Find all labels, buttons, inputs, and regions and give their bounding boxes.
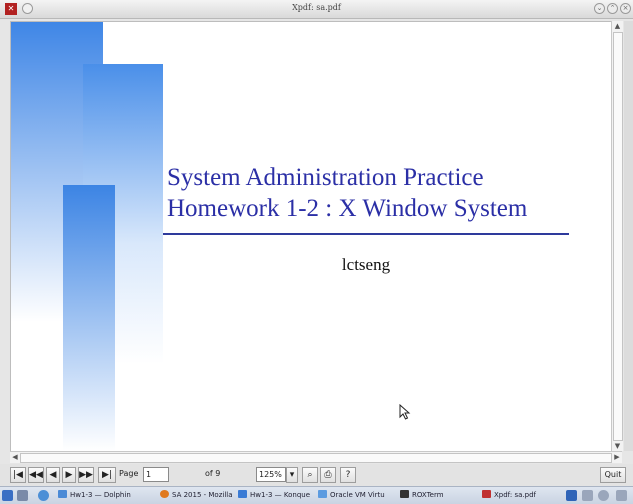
mouse-cursor-icon	[399, 404, 411, 420]
task-item[interactable]: Oracle VM Virtu	[318, 489, 390, 502]
system-taskbar: Hw1-3 — Dolphin SA 2015 - Mozilla Hw1-3 …	[0, 486, 633, 504]
task-item-active[interactable]: Xpdf: sa.pdf	[482, 489, 554, 502]
firefox-icon	[160, 490, 169, 498]
window-edge	[624, 21, 633, 451]
kde-menu-icon[interactable]	[2, 490, 13, 501]
about-button[interactable]: ?	[340, 467, 356, 483]
slide-title-line-1: System Administration Practice	[167, 164, 484, 191]
slide-title-line-2: Homework 1-2 : X Window System	[167, 195, 528, 222]
window-titlebar[interactable]: ✕ Xpdf: sa.pdf ⌄ ⌃ ×	[0, 0, 633, 19]
zoom-select[interactable]: 125%	[256, 467, 286, 482]
horizontal-scrollbar[interactable]: ◀ ▶	[10, 451, 622, 463]
vertical-scroll-thumb[interactable]	[613, 32, 623, 441]
pdf-page-view[interactable]: System Administration Practice Homework …	[10, 21, 613, 452]
prev-page-button[interactable]: ◀	[46, 467, 60, 483]
volume-icon[interactable]	[598, 490, 609, 501]
print-button[interactable]: ⎙	[320, 467, 336, 483]
find-button[interactable]: ⌕	[302, 467, 318, 483]
tray-expand-icon[interactable]	[616, 490, 627, 501]
task-item[interactable]: SA 2015 - Mozilla	[160, 489, 232, 502]
scroll-up-icon[interactable]: ▲	[612, 21, 623, 31]
first-page-button[interactable]: |◀	[10, 467, 26, 483]
forward-10-pages-button[interactable]: ▶▶	[78, 467, 94, 483]
next-page-button[interactable]: ▶	[62, 467, 76, 483]
folder-icon	[58, 490, 67, 498]
tray-app-icon[interactable]	[566, 490, 577, 501]
scroll-right-icon[interactable]: ▶	[612, 452, 622, 463]
slide-decoration-bar	[63, 185, 115, 451]
network-icon[interactable]	[38, 490, 49, 501]
xpdf-toolbar: |◀ ◀◀ ◀ ▶ ▶▶ ▶| Page 1 of 9 125% ▾ ⌕ ⎙ ?…	[0, 464, 633, 486]
virtualbox-icon	[318, 490, 327, 498]
task-item[interactable]: ROXTerm	[400, 489, 470, 502]
title-divider	[163, 233, 569, 235]
konqueror-icon	[238, 490, 247, 498]
task-item[interactable]: Hw1-3 — Konque	[238, 489, 312, 502]
back-10-pages-button[interactable]: ◀◀	[28, 467, 44, 483]
xpdf-icon	[482, 490, 491, 498]
quit-button[interactable]: Quit	[600, 467, 626, 483]
tray-icon[interactable]	[582, 490, 593, 501]
vertical-scrollbar[interactable]: ▲ ▼	[611, 21, 623, 451]
maximize-button[interactable]: ⌃	[607, 3, 618, 14]
last-page-button[interactable]: ▶|	[98, 467, 116, 483]
slide-title: System Administration Practice Homework …	[167, 162, 607, 224]
task-item[interactable]: Hw1-3 — Dolphin	[58, 489, 158, 502]
minimize-button[interactable]: ⌄	[594, 3, 605, 14]
terminal-icon	[400, 490, 409, 498]
window-title: Xpdf: sa.pdf	[292, 3, 341, 12]
horizontal-scroll-thumb[interactable]	[20, 453, 612, 463]
page-label: Page	[119, 469, 139, 478]
zoom-dropdown-icon[interactable]: ▾	[286, 467, 298, 483]
slide-author: lctseng	[341, 255, 391, 274]
page-number-input[interactable]: 1	[143, 467, 169, 482]
page-count-label: of 9	[205, 469, 221, 478]
scroll-down-icon[interactable]: ▼	[612, 441, 623, 451]
activities-icon[interactable]	[17, 490, 28, 501]
scroll-left-icon[interactable]: ◀	[10, 452, 20, 463]
close-button[interactable]: ×	[620, 3, 631, 14]
